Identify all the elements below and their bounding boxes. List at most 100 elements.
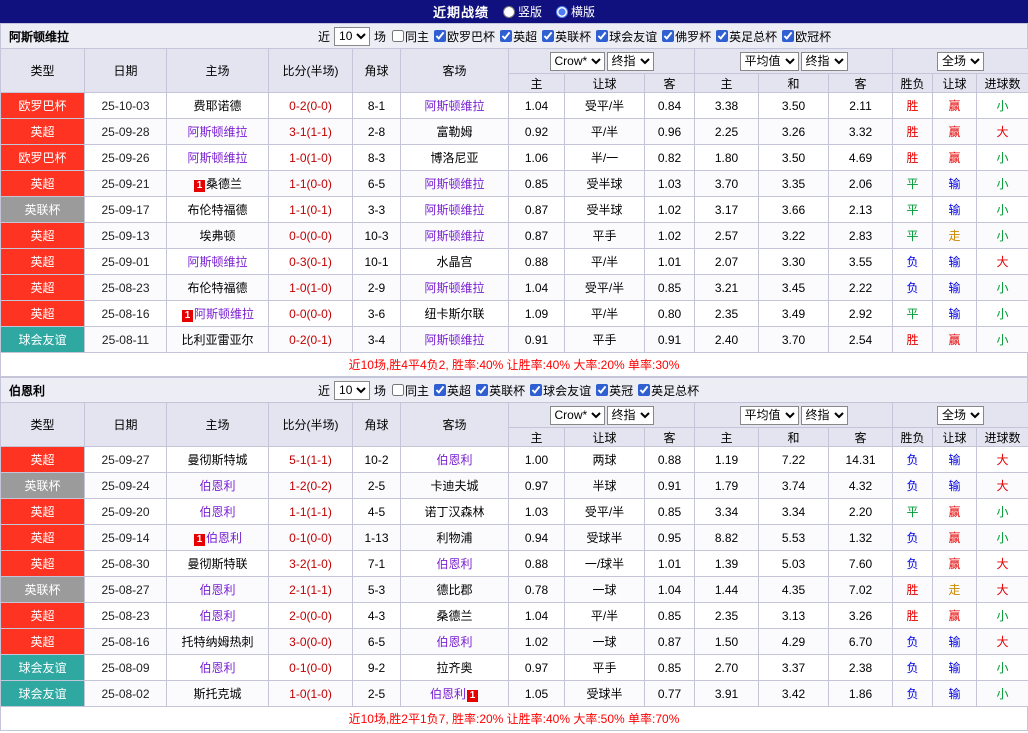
competition-checkbox[interactable]	[662, 30, 674, 42]
competition-filter-option[interactable]: 球会友谊	[596, 28, 657, 45]
same-home-checkbox[interactable]	[392, 30, 404, 42]
team-link[interactable]: 伯恩利	[199, 661, 235, 675]
competition-checkbox[interactable]	[434, 30, 446, 42]
team-name[interactable]: 伯恩利	[9, 382, 45, 399]
away-team-cell: 桑德兰	[401, 603, 509, 629]
competition-checkbox[interactable]	[638, 384, 650, 396]
competition-filter-option[interactable]: 英联杯	[476, 382, 525, 399]
competition-filter-option[interactable]: 佛罗杯	[662, 28, 711, 45]
competition-type-label: 球会友谊	[18, 687, 66, 701]
horizontal-layout-radio[interactable]	[556, 6, 568, 18]
team-link[interactable]: 阿斯顿维拉	[424, 229, 484, 243]
match-row: 英超25-08-23伯恩利2-0(0-0)4-3桑德兰1.04平/半0.852.…	[1, 603, 1028, 629]
competition-checkbox[interactable]	[530, 384, 542, 396]
team-link[interactable]: 阿斯顿维拉	[424, 99, 484, 113]
result-handicap-cell: 输	[933, 301, 977, 327]
crown-stage-select[interactable]: 终指	[607, 406, 654, 425]
average-select[interactable]: 平均值	[740, 52, 799, 71]
team-name[interactable]: 阿斯顿维拉	[9, 28, 69, 45]
team-link[interactable]: 托特纳姆热刺	[181, 635, 253, 649]
same-home-option[interactable]: 同主	[392, 28, 429, 45]
average-stage-select[interactable]: 终指	[801, 52, 848, 71]
team-link[interactable]: 诺丁汉森林	[424, 505, 484, 519]
team-link[interactable]: 利物浦	[436, 531, 472, 545]
bookmaker-select[interactable]: Crow*	[550, 406, 605, 425]
competition-filter-option[interactable]: 英冠	[596, 382, 633, 399]
crown-odds-cell: 受平/半	[565, 499, 645, 525]
team-link[interactable]: 水晶宫	[436, 255, 472, 269]
team-link[interactable]: 阿斯顿维拉	[187, 151, 247, 165]
competition-checkbox[interactable]	[596, 30, 608, 42]
competition-checkbox[interactable]	[500, 30, 512, 42]
competition-filter-option[interactable]: 英联杯	[542, 28, 591, 45]
recent-count-select[interactable]: 10	[334, 381, 370, 400]
layout-option-horizontal[interactable]: 横版	[556, 3, 595, 20]
team-link[interactable]: 阿斯顿维拉	[424, 281, 484, 295]
competition-filter-option[interactable]: 英足总杯	[716, 28, 777, 45]
average-select[interactable]: 平均值	[740, 406, 799, 425]
team-link[interactable]: 伯恩利	[199, 479, 235, 493]
average-odds-cell: 3.70	[695, 171, 759, 197]
team-link[interactable]: 拉齐奥	[436, 661, 472, 675]
team-link[interactable]: 埃弗顿	[199, 229, 235, 243]
team-link[interactable]: 斯托克城	[193, 687, 241, 701]
same-home-checkbox[interactable]	[392, 384, 404, 396]
competition-checkbox[interactable]	[542, 30, 554, 42]
same-home-label: 同主	[405, 28, 429, 45]
team-link[interactable]: 布伦特福德	[187, 281, 247, 295]
away-team-cell: 博洛尼亚	[401, 145, 509, 171]
team-link[interactable]: 阿斯顿维拉	[194, 307, 254, 321]
team-link[interactable]: 卡迪夫城	[430, 479, 478, 493]
same-home-option[interactable]: 同主	[392, 382, 429, 399]
bookmaker-select[interactable]: Crow*	[550, 52, 605, 71]
column-header: 客场	[401, 403, 509, 447]
match-scope-select[interactable]: 全场	[937, 406, 984, 425]
competition-filter-option[interactable]: 球会友谊	[530, 382, 591, 399]
crown-stage-select[interactable]: 终指	[607, 52, 654, 71]
competition-checkbox[interactable]	[476, 384, 488, 396]
team-link[interactable]: 伯恩利	[436, 635, 472, 649]
competition-checkbox[interactable]	[434, 384, 446, 396]
average-odds-cell: 3.37	[759, 655, 829, 681]
competition-filter-option[interactable]: 英足总杯	[638, 382, 699, 399]
team-link[interactable]: 伯恩利	[430, 687, 466, 701]
competition-checkbox[interactable]	[782, 30, 794, 42]
layout-option-vertical[interactable]: 竖版	[503, 3, 542, 20]
team-link[interactable]: 费耶诺德	[193, 99, 241, 113]
team-link[interactable]: 曼彻斯特城	[187, 453, 247, 467]
team-link[interactable]: 伯恩利	[436, 557, 472, 571]
team-link[interactable]: 阿斯顿维拉	[424, 203, 484, 217]
average-odds-cell: 3.17	[695, 197, 759, 223]
average-stage-select[interactable]: 终指	[801, 406, 848, 425]
team-link[interactable]: 伯恩利	[199, 583, 235, 597]
team-link[interactable]: 阿斯顿维拉	[187, 125, 247, 139]
team-link[interactable]: 桑德兰	[206, 177, 242, 191]
competition-filter-option[interactable]: 欧冠杯	[782, 28, 831, 45]
team-link[interactable]: 德比郡	[436, 583, 472, 597]
team-link[interactable]: 曼彻斯特联	[187, 557, 247, 571]
team-link[interactable]: 阿斯顿维拉	[424, 333, 484, 347]
team-link[interactable]: 伯恩利	[199, 609, 235, 623]
competition-filter-option[interactable]: 英超	[500, 28, 537, 45]
team-link[interactable]: 博洛尼亚	[430, 151, 478, 165]
team-link[interactable]: 比利亚雷亚尔	[181, 333, 253, 347]
match-scope-select[interactable]: 全场	[937, 52, 984, 71]
competition-filter-option[interactable]: 欧罗巴杯	[434, 28, 495, 45]
team-link[interactable]: 布伦特福德	[187, 203, 247, 217]
team-link[interactable]: 伯恩利	[199, 505, 235, 519]
team-link[interactable]: 富勒姆	[436, 125, 472, 139]
team-link[interactable]: 桑德兰	[436, 609, 472, 623]
team-link[interactable]: 阿斯顿维拉	[187, 255, 247, 269]
team-link[interactable]: 纽卡斯尔联	[424, 307, 484, 321]
vertical-layout-radio[interactable]	[503, 6, 515, 18]
team-link[interactable]: 伯恩利	[206, 531, 242, 545]
team-link[interactable]: 伯恩利	[436, 453, 472, 467]
away-team-cell: 阿斯顿维拉	[401, 93, 509, 119]
competition-checkbox[interactable]	[716, 30, 728, 42]
score-cell: 1-2(0-2)	[269, 473, 353, 499]
competition-filter-option[interactable]: 英超	[434, 382, 471, 399]
recent-count-select[interactable]: 10	[334, 27, 370, 46]
team-link[interactable]: 阿斯顿维拉	[424, 177, 484, 191]
average-odds-cell: 3.91	[695, 681, 759, 707]
competition-checkbox[interactable]	[596, 384, 608, 396]
